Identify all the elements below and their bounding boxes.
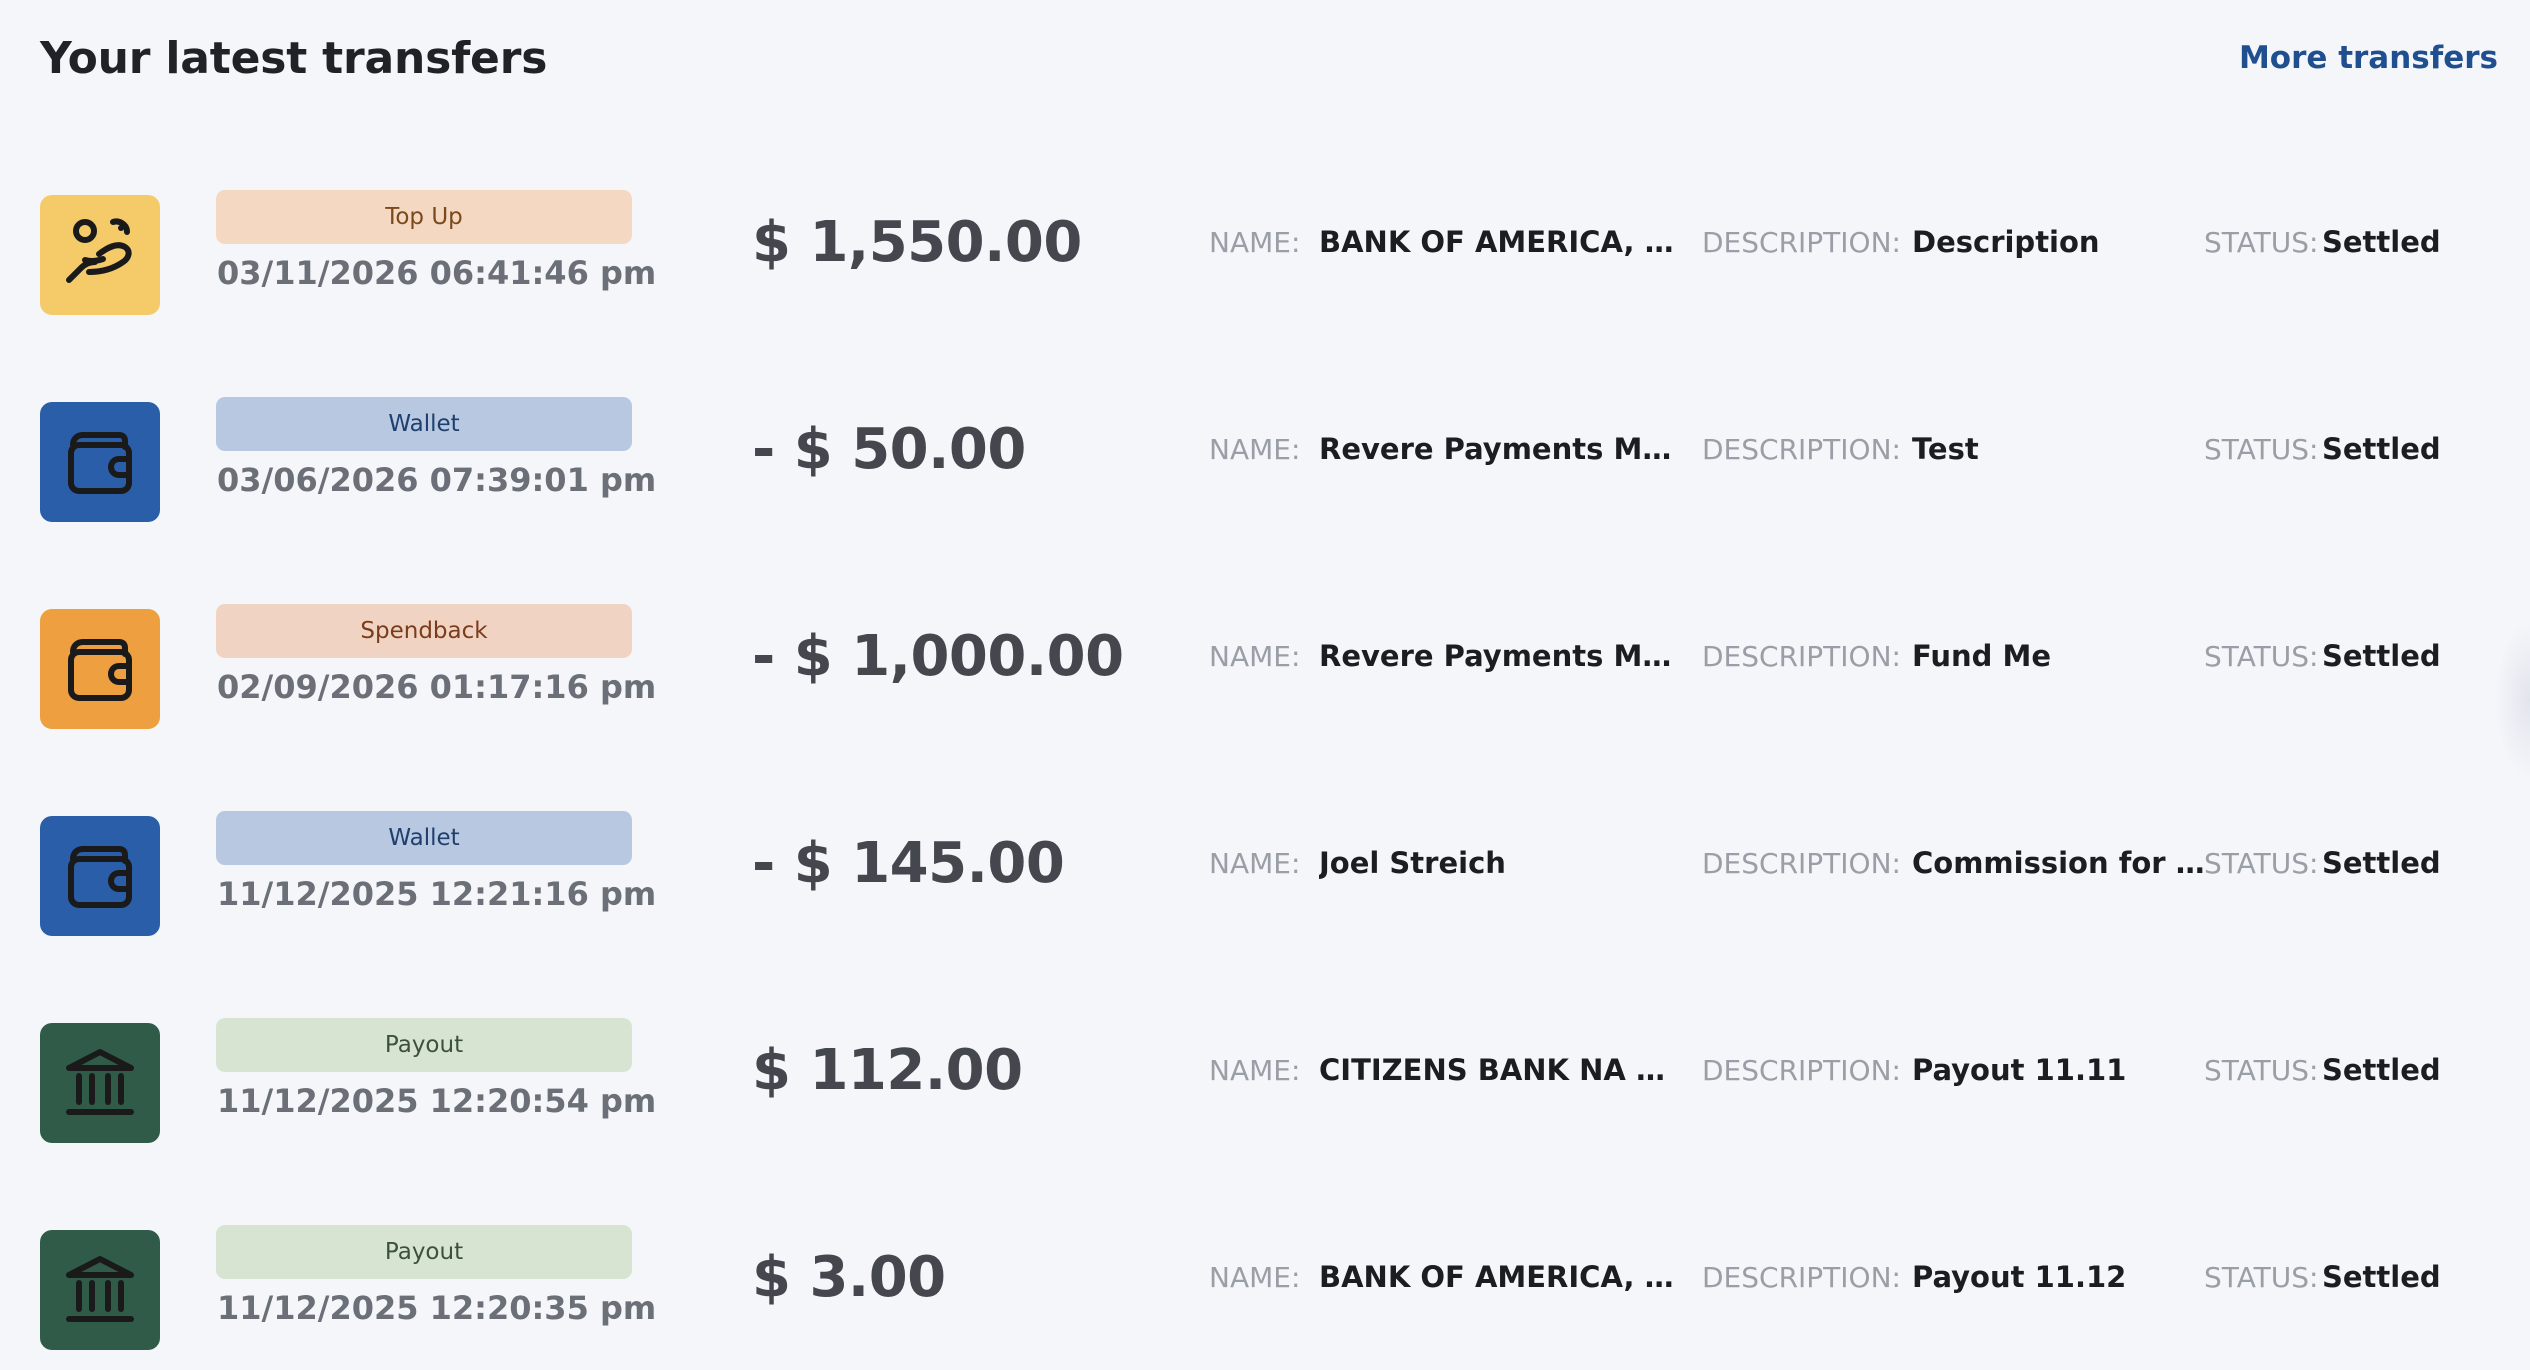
description-label: DESCRIPTION: — [1702, 1261, 1901, 1294]
status-label: STATUS: — [2204, 1261, 2319, 1294]
transfer-type-icon-box — [40, 816, 160, 936]
transfer-type-icon-box — [40, 402, 160, 522]
transfer-status: Settled — [2322, 639, 2441, 673]
transfer-description: Payout 11.11 — [1912, 1053, 2127, 1087]
transfer-date: 03/06/2026 07:39:01 pm — [217, 461, 657, 499]
transfer-date: 11/12/2025 12:20:35 pm — [217, 1289, 657, 1327]
transfer-row[interactable]: Payout 11/12/2025 12:20:54 pm $ 112.00 NAME… — [40, 1018, 2498, 1148]
transfer-amount: - $ 145.00 — [752, 831, 1065, 896]
recipient-name: Joel Streich — [1319, 846, 1506, 880]
transfer-type-badge: Wallet — [216, 397, 632, 451]
transfer-description: Test — [1912, 432, 1979, 466]
transfer-type-badge: Payout — [216, 1225, 632, 1279]
transfer-type-icon-box — [40, 1230, 160, 1350]
transfer-type-badge: Spendback — [216, 604, 632, 658]
recipient-name: Revere Payments MAIN A… — [1319, 432, 1675, 466]
name-label: NAME: — [1209, 226, 1301, 259]
status-label: STATUS: — [2204, 433, 2319, 466]
transfer-row[interactable]: Wallet 11/12/2025 12:21:16 pm - $ 145.00 NA… — [40, 811, 2498, 941]
recipient-name: BANK OF AMERICA, N.A.… — [1319, 225, 1675, 259]
transfer-status: Settled — [2322, 1260, 2441, 1294]
name-label: NAME: — [1209, 1054, 1301, 1087]
name-label: NAME: — [1209, 847, 1301, 880]
transfer-amount: $ 1,550.00 — [752, 210, 1082, 275]
description-label: DESCRIPTION: — [1702, 226, 1901, 259]
name-label: NAME: — [1209, 433, 1301, 466]
transfer-date: 03/11/2026 06:41:46 pm — [217, 254, 657, 292]
description-label: DESCRIPTION: — [1702, 847, 1901, 880]
transfer-status: Settled — [2322, 225, 2441, 259]
status-label: STATUS: — [2204, 1054, 2319, 1087]
transfer-row[interactable]: Spendback 02/09/2026 01:17:16 pm - $ 1,000… — [40, 604, 2498, 734]
transfer-amount: $ 3.00 — [752, 1245, 946, 1310]
transfer-type-icon-box — [40, 609, 160, 729]
transfer-description: Commission for 11.… — [1912, 846, 2222, 880]
status-label: STATUS: — [2204, 640, 2319, 673]
transfer-row[interactable]: Payout 11/12/2025 12:20:35 pm $ 3.00 NAME: B… — [40, 1225, 2498, 1355]
bank-icon — [59, 1042, 141, 1124]
transfer-status: Settled — [2322, 1053, 2441, 1087]
wallet-icon — [59, 421, 141, 503]
transfers-page: Your latest transfers More transfers Top… — [0, 0, 2530, 1370]
hand-coins-icon — [59, 214, 141, 296]
transfer-amount: - $ 1,000.00 — [752, 624, 1124, 689]
bank-icon — [59, 1249, 141, 1331]
status-label: STATUS: — [2204, 226, 2319, 259]
transfer-date: 11/12/2025 12:20:54 pm — [217, 1082, 657, 1120]
description-label: DESCRIPTION: — [1702, 433, 1901, 466]
recipient-name: CITIZENS BANK NA - 00… — [1319, 1053, 1675, 1087]
edge-shadow — [2494, 620, 2530, 780]
transfer-date: 02/09/2026 01:17:16 pm — [217, 668, 657, 706]
transfer-type-icon-box — [40, 1023, 160, 1143]
transfer-description: Description — [1912, 225, 2100, 259]
status-label: STATUS: — [2204, 847, 2319, 880]
wallet-icon — [59, 628, 141, 710]
transfer-amount: $ 112.00 — [752, 1038, 1023, 1103]
wallet-icon — [59, 835, 141, 917]
transfer-status: Settled — [2322, 846, 2441, 880]
name-label: NAME: — [1209, 640, 1301, 673]
transfer-status: Settled — [2322, 432, 2441, 466]
transfer-type-badge: Top Up — [216, 190, 632, 244]
description-label: DESCRIPTION: — [1702, 1054, 1901, 1087]
transfer-description: Payout 11.12 — [1912, 1260, 2127, 1294]
transfer-row[interactable]: Wallet 03/06/2026 07:39:01 pm - $ 50.00 NAM… — [40, 397, 2498, 527]
more-transfers-link[interactable]: More transfers — [2239, 40, 2498, 76]
recipient-name: Revere Payments Merchant — [1319, 639, 1675, 673]
recipient-name: BANK OF AMERICA, N.A.… — [1319, 1260, 1675, 1294]
description-label: DESCRIPTION: — [1702, 640, 1901, 673]
transfer-description: Fund Me — [1912, 639, 2052, 673]
transfers-header: Your latest transfers More transfers — [40, 0, 2498, 116]
transfer-type-icon-box — [40, 195, 160, 315]
name-label: NAME: — [1209, 1261, 1301, 1294]
transfer-amount: - $ 50.00 — [752, 417, 1026, 482]
transfer-row[interactable]: Top Up 03/11/2026 06:41:46 pm $ 1,550.00 NA… — [40, 190, 2498, 320]
page-title: Your latest transfers — [40, 32, 548, 84]
transfer-type-badge: Wallet — [216, 811, 632, 865]
transfer-type-badge: Payout — [216, 1018, 632, 1072]
transfer-date: 11/12/2025 12:21:16 pm — [217, 875, 657, 913]
